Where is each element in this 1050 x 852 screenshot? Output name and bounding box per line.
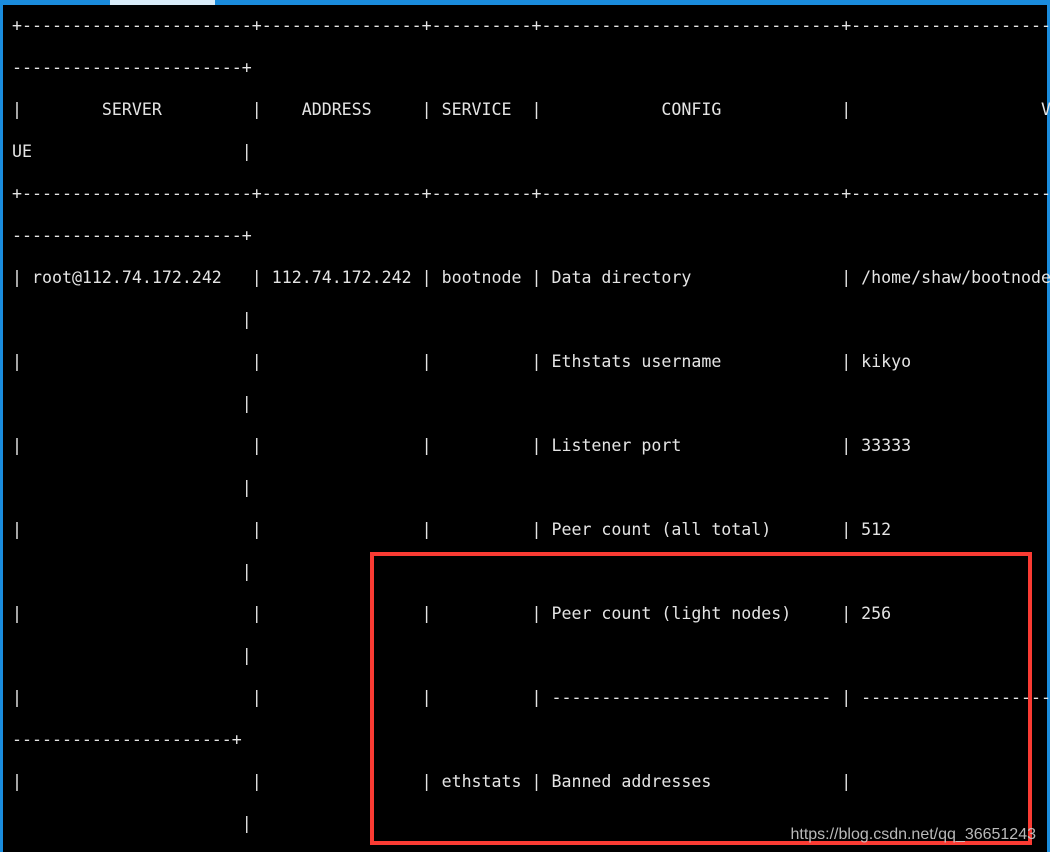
terminal-output-area[interactable]: +-----------------------+---------------… [0,5,1050,852]
ascii-config-table: +-----------------------+---------------… [12,16,1050,833]
terminal-window: +-----------------------+---------------… [0,0,1050,852]
csdn-watermark: https://blog.csdn.net/qq_36651243 [790,826,1036,843]
